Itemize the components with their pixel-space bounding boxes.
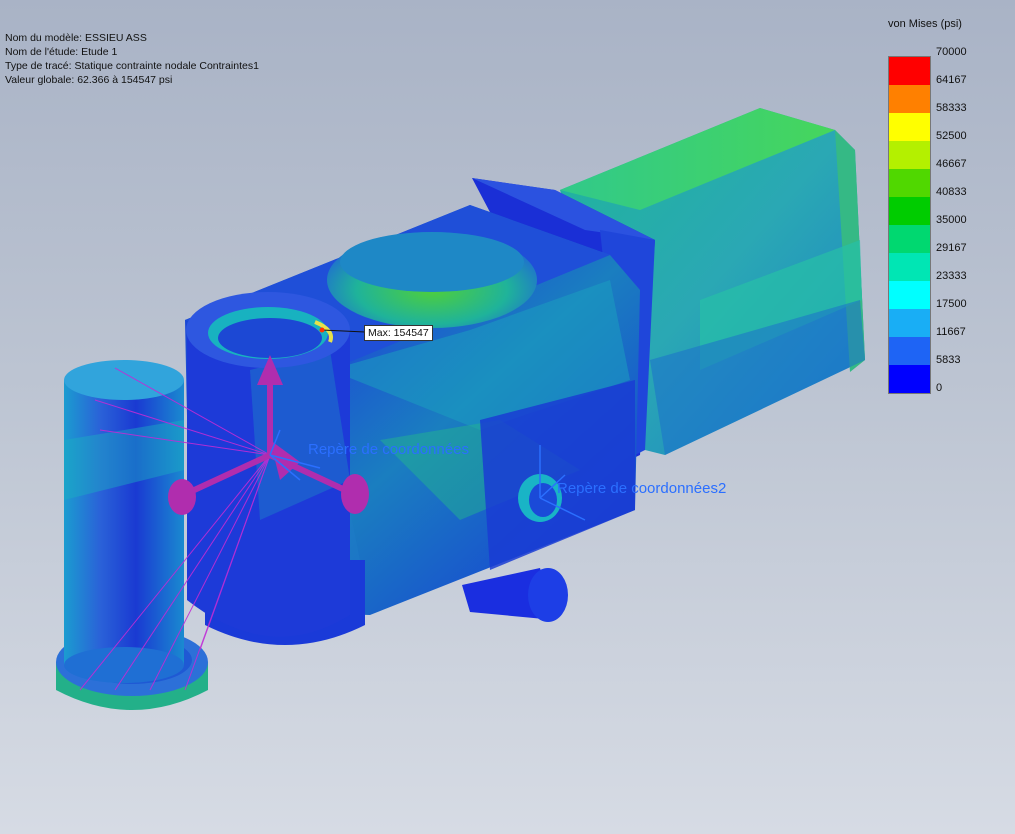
study-info-panel: Nom du modèle: ESSIEU ASS Nom de l'étude… — [5, 31, 259, 87]
max-stress-label: Max: 154547 — [364, 325, 433, 341]
legend-value: 11667 — [936, 326, 966, 338]
legend-swatch — [889, 169, 930, 197]
legend-value: 46667 — [936, 158, 967, 170]
legend-swatch — [889, 57, 930, 85]
legend-value: 70000 — [936, 46, 967, 58]
legend-swatch — [889, 337, 930, 365]
legend-title: von Mises (psi) — [888, 18, 962, 30]
legend-value: 5833 — [936, 354, 961, 366]
legend-value: 64167 — [936, 74, 967, 86]
coord-system-label-2: Repère de coordonnées2 — [557, 480, 727, 497]
legend-swatch — [889, 113, 930, 141]
max-marker — [319, 327, 325, 333]
legend-value: 0 — [936, 382, 943, 394]
legend-color-bar — [888, 56, 931, 394]
legend-value: 17500 — [936, 298, 967, 310]
legend-swatch — [889, 365, 930, 393]
model-name-text: Nom du modèle: ESSIEU ASS — [5, 32, 147, 44]
study-name-text: Nom de l'étude: Etude 1 — [5, 46, 118, 58]
legend-value: 35000 — [936, 214, 967, 226]
legend-swatch — [889, 85, 930, 113]
vertical-pin[interactable] — [56, 360, 208, 710]
fea-model-viewport[interactable] — [0, 0, 1015, 834]
legend-swatch — [889, 225, 930, 253]
legend-value: 23333 — [936, 270, 967, 282]
plot-type-text: Type de tracé: Statique contrainte nodal… — [5, 60, 259, 72]
legend-swatch — [889, 141, 930, 169]
legend-swatch — [889, 309, 930, 337]
coord-system-label-1: Repère de coordonnées — [308, 441, 469, 458]
boss-ring[interactable] — [186, 292, 350, 637]
legend-value: 29167 — [936, 242, 967, 254]
legend-swatch — [889, 253, 930, 281]
legend-value: 52500 — [936, 130, 967, 142]
legend-swatch — [889, 197, 930, 225]
global-value-text: Valeur globale: 62.366 à 154547 psi — [5, 74, 173, 86]
legend-value: 40833 — [936, 186, 967, 198]
legend-value: 58333 — [936, 102, 967, 114]
legend-swatch — [889, 281, 930, 309]
